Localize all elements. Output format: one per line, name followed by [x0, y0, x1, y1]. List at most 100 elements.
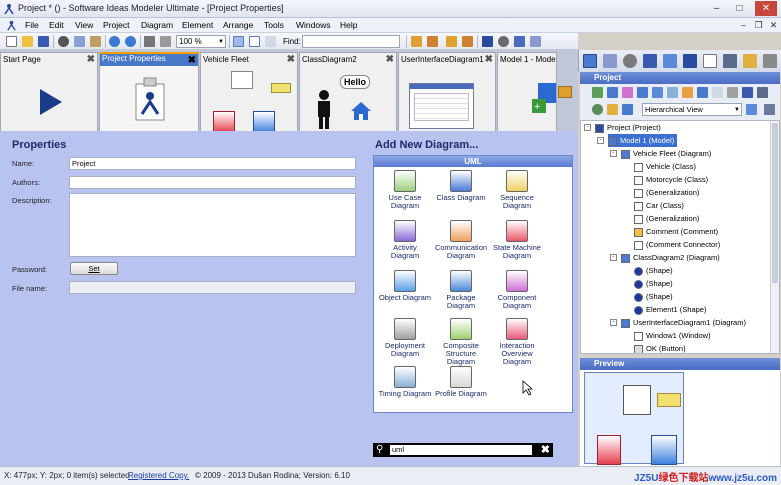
tree-expander[interactable]: -	[610, 319, 617, 326]
tab-model-1[interactable]: Model 1 - Model +	[497, 52, 557, 131]
redo-icon[interactable]	[125, 36, 136, 47]
tab-project-properties[interactable]: Project Properties ✖	[99, 52, 199, 131]
close-icon[interactable]: ✖	[386, 54, 394, 65]
bring-to-front-icon[interactable]	[446, 36, 457, 47]
library-view-icon[interactable]	[743, 54, 757, 68]
list-view-icon[interactable]	[723, 54, 737, 68]
app-menu-icon[interactable]	[6, 20, 17, 31]
tree-scrollbar[interactable]	[770, 121, 779, 353]
tree-node[interactable]: (Generalization)	[634, 186, 702, 199]
filter-icon[interactable]	[746, 104, 757, 115]
find-input[interactable]	[302, 35, 400, 48]
registered-copy-link[interactable]: Registered Copy.	[128, 471, 189, 480]
menu-windows[interactable]: Windows	[296, 20, 330, 30]
tree-node[interactable]: OK (Button)	[634, 342, 689, 353]
close-icon[interactable]: ✖	[188, 55, 196, 66]
add-folder-icon[interactable]	[727, 87, 738, 98]
diagram-type-use-case-diagram[interactable]: Use Case Diagram	[378, 170, 432, 210]
send-backward-icon[interactable]	[427, 36, 438, 47]
menu-view[interactable]: View	[75, 20, 93, 30]
tree-node[interactable]: Window1 (Window)	[634, 329, 714, 342]
diagram-type-composite-structure-diagram[interactable]: Composite Structure Diagram	[434, 318, 488, 366]
menu-edit[interactable]: Edit	[49, 20, 64, 30]
add-diagram-icon[interactable]	[592, 87, 603, 98]
close-window-button[interactable]: ✕	[755, 1, 777, 16]
tree-node[interactable]: UserInterfaceDiagram1 (Diagram)	[621, 316, 749, 329]
diagram-type-object-diagram[interactable]: Object Diagram	[378, 270, 432, 302]
diagram-type-state-machine-diagram[interactable]: State Machine Diagram	[490, 220, 544, 260]
add-element-icon[interactable]	[667, 87, 678, 98]
tree-node[interactable]: Vehicle Fleet (Diagram)	[621, 147, 714, 160]
preview-viewport[interactable]	[584, 372, 684, 465]
tree-node[interactable]: Model 1 (Model)	[608, 134, 678, 147]
authors-input[interactable]	[69, 176, 356, 189]
tools-view-icon[interactable]	[623, 54, 637, 68]
tree-expander[interactable]: -	[610, 254, 617, 261]
diagram-type-package-diagram[interactable]: Package Diagram	[434, 270, 488, 310]
new-icon[interactable]	[6, 36, 17, 47]
zoom-select[interactable]: 100 % ▼	[176, 35, 226, 48]
tree-node[interactable]: Vehicle (Class)	[634, 160, 699, 173]
add-datatype-icon[interactable]	[742, 87, 753, 98]
layout-icon[interactable]	[482, 36, 493, 47]
print-preview-icon[interactable]	[160, 36, 171, 47]
settings-icon[interactable]	[498, 36, 509, 47]
add-class-icon[interactable]	[607, 87, 618, 98]
print-icon[interactable]	[144, 36, 155, 47]
formatting-view-icon[interactable]	[663, 54, 677, 68]
snap-icon[interactable]	[249, 36, 260, 47]
tree-node[interactable]: ClassDiagram2 (Diagram)	[621, 251, 723, 264]
diagram-type-profile-diagram[interactable]: Profile Diagram	[434, 366, 488, 398]
tree-node[interactable]: (Shape)	[634, 277, 676, 290]
grid-icon[interactable]	[233, 36, 244, 47]
diagram-search-input[interactable]: uml	[390, 445, 532, 455]
project-view-icon[interactable]	[583, 54, 597, 68]
close-search-icon[interactable]: ✖	[541, 443, 550, 456]
tree-node[interactable]: Element1 (Shape)	[634, 303, 709, 316]
tab-vehicle-fleet[interactable]: Vehicle Fleet ✖	[200, 52, 298, 131]
mdi-close-button[interactable]: ✕	[765, 18, 781, 33]
align-icon[interactable]	[265, 36, 276, 47]
add-component-icon[interactable]	[622, 87, 633, 98]
diagram-type-sequence-diagram[interactable]: Sequence Diagram	[490, 170, 544, 210]
save-icon[interactable]	[38, 36, 49, 47]
description-input[interactable]	[69, 193, 356, 257]
undo-icon[interactable]	[109, 36, 120, 47]
styles-view-icon[interactable]	[643, 54, 657, 68]
tab-userinterfacediagram1[interactable]: UserInterfaceDiagram1 ✖	[398, 52, 496, 131]
name-input[interactable]: Project	[69, 157, 356, 170]
tree-node[interactable]: (Shape)	[634, 264, 676, 277]
menu-tools[interactable]: Tools	[264, 20, 284, 30]
set-password-button[interactable]: Set	[70, 262, 118, 275]
close-icon[interactable]: ✖	[287, 54, 295, 65]
add-interface-icon[interactable]	[712, 87, 723, 98]
group-icon[interactable]	[514, 36, 525, 47]
tree-node[interactable]: Motorcycle (Class)	[634, 173, 711, 186]
document-view-icon[interactable]	[703, 54, 717, 68]
diagram-type-class-diagram[interactable]: Class Diagram	[434, 170, 488, 202]
diagram-type-component-diagram[interactable]: Component Diagram	[490, 270, 544, 310]
send-to-back-icon[interactable]	[462, 36, 473, 47]
tab-start-page[interactable]: Start Page ✖	[0, 52, 98, 131]
minimize-button[interactable]: –	[708, 1, 725, 16]
copy-icon[interactable]	[74, 36, 85, 47]
sort-icon[interactable]	[607, 104, 618, 115]
diagram-type-deployment-diagram[interactable]: Deployment Diagram	[378, 318, 432, 358]
maximize-button[interactable]: □	[731, 1, 748, 16]
tree-expander[interactable]: -	[610, 150, 617, 157]
diagram-type-interaction-overview-diagram[interactable]: Interaction Overview Diagram	[490, 318, 544, 366]
menu-help[interactable]: Help	[340, 20, 357, 30]
add-note-icon[interactable]	[682, 87, 693, 98]
add-model-icon[interactable]	[652, 87, 663, 98]
tab-list-icon[interactable]	[558, 86, 572, 98]
scrollbar-thumb[interactable]	[772, 123, 778, 283]
refresh-icon[interactable]	[592, 104, 603, 115]
ungroup-icon[interactable]	[530, 36, 541, 47]
add-package-icon[interactable]	[637, 87, 648, 98]
options-icon[interactable]	[764, 104, 775, 115]
diagram-type-activity-diagram[interactable]: Activity Diagram	[378, 220, 432, 260]
menu-diagram[interactable]: Diagram	[141, 20, 173, 30]
view-mode-select[interactable]: Hierarchical View ▼	[642, 103, 742, 116]
tree-node[interactable]: Car (Class)	[634, 199, 687, 212]
diagram-type-communication-diagram[interactable]: Communication Diagram	[434, 220, 488, 260]
